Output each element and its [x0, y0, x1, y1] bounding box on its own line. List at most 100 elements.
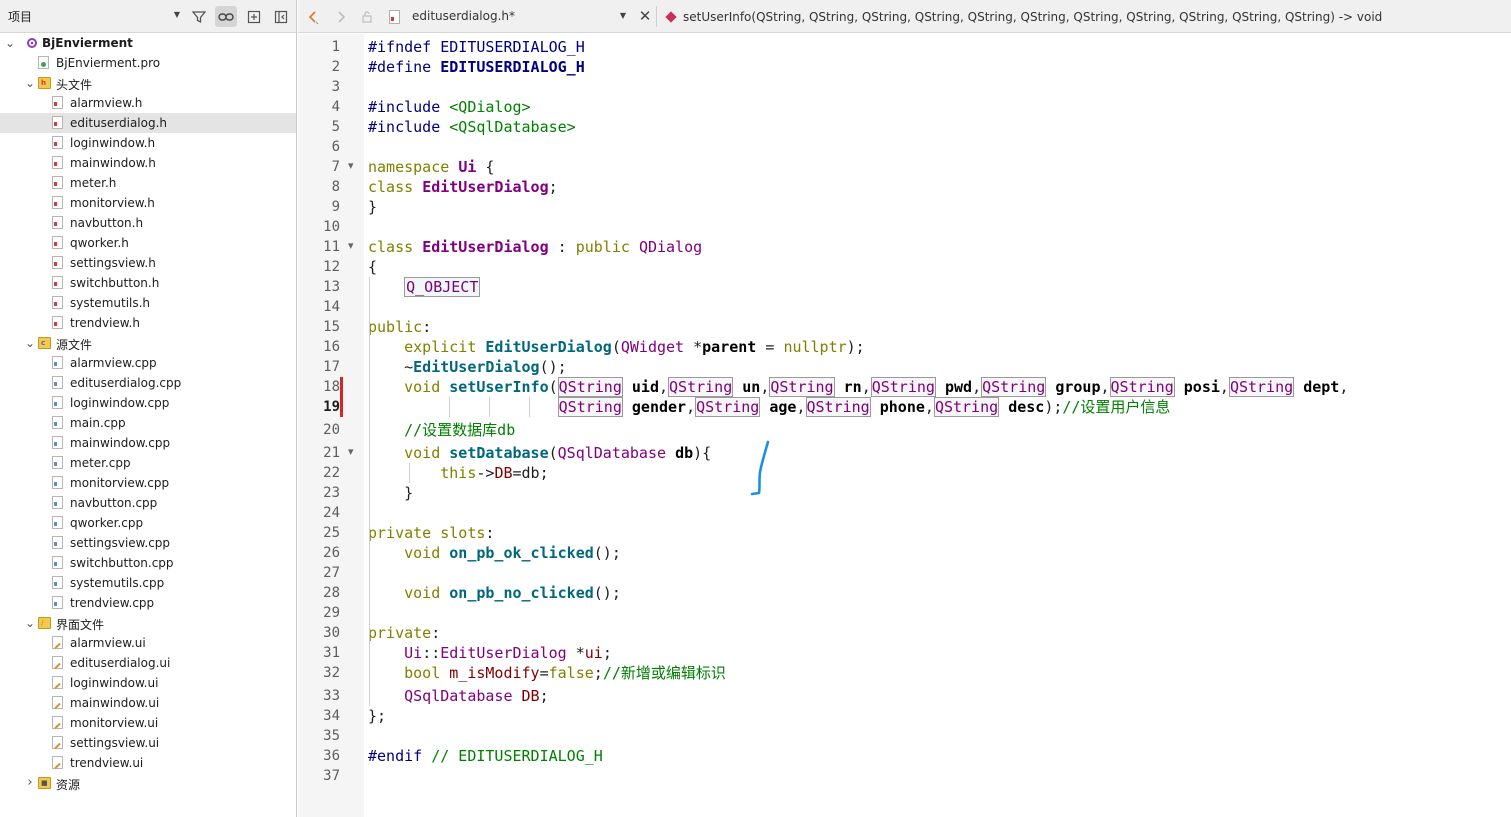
tree-item[interactable]: meter.h [0, 173, 296, 193]
tree-item[interactable]: ⌄ BjEnvierment [0, 33, 296, 53]
code-line[interactable]: void setDatabase(QSqlDatabase db){ [368, 443, 711, 463]
code-line[interactable]: #include <QSqlDatabase> [368, 117, 576, 137]
tree-item[interactable]: systemutils.h [0, 293, 296, 313]
tree-item-label: alarmview.ui [70, 636, 146, 650]
tree-item[interactable]: mainwindow.cpp [0, 433, 296, 453]
code-line[interactable]: void on_pb_no_clicked(); [368, 583, 621, 603]
tree-item[interactable]: qworker.cpp [0, 513, 296, 533]
fold-arrow-icon[interactable]: ▾ [348, 236, 358, 256]
indent-guide [449, 397, 450, 417]
code-line[interactable]: class EditUserDialog : public QDialog [368, 237, 702, 257]
tree-item[interactable]: navbutton.h [0, 213, 296, 233]
tree-item[interactable]: trendview.h [0, 313, 296, 333]
ui-file-icon [52, 736, 63, 749]
line-number: 28 [323, 585, 340, 601]
tree-item-label: monitorview.ui [70, 716, 159, 730]
tree-item[interactable]: ⌄ h 头文件 [0, 73, 296, 93]
line-number: 24 [323, 505, 340, 521]
cpp-file-icon [52, 496, 63, 509]
code-line[interactable]: }; [368, 706, 386, 726]
tree-item[interactable]: edituserdialog.ui [0, 653, 296, 673]
code-line[interactable]: #endif // EDITUSERDIALOG_H [368, 746, 603, 766]
tree-item[interactable]: trendview.ui [0, 753, 296, 773]
back-arrow-icon[interactable] [304, 8, 322, 26]
code-line[interactable]: //设置数据库db [368, 420, 515, 440]
filter-icon[interactable] [188, 6, 210, 27]
h-file-icon [52, 216, 63, 229]
tree-item[interactable]: switchbutton.h [0, 273, 296, 293]
split-icon[interactable] [243, 6, 265, 27]
tree-item[interactable]: settingsview.ui [0, 733, 296, 753]
expand-arrow-icon[interactable]: ⌄ [4, 33, 16, 53]
code-line[interactable]: void on_pb_ok_clicked(); [368, 543, 621, 563]
tree-item[interactable]: trendview.cpp [0, 593, 296, 613]
tree-item[interactable]: mainwindow.ui [0, 693, 296, 713]
tree-item[interactable]: loginwindow.cpp [0, 393, 296, 413]
tree-item[interactable]: systemutils.cpp [0, 573, 296, 593]
tree-item[interactable]: alarmview.ui [0, 633, 296, 653]
tree-item[interactable]: loginwindow.ui [0, 673, 296, 693]
code-line[interactable]: explicit EditUserDialog(QWidget *parent … [368, 337, 865, 357]
tree-item[interactable]: settingsview.cpp [0, 533, 296, 553]
code-line[interactable]: namespace Ui { [368, 157, 494, 177]
header-file-icon [389, 10, 400, 24]
code-line[interactable]: bool m_isModify=false;//新增或编辑标识 [368, 663, 726, 683]
open-file-selector[interactable]: edituserdialog.h* ▼ [383, 4, 628, 30]
collapse-icon[interactable] [270, 6, 292, 27]
tree-item[interactable]: › ■ 资源 [0, 773, 296, 793]
code-line[interactable]: #include <QDialog> [368, 97, 531, 117]
tree-item[interactable]: loginwindow.h [0, 133, 296, 153]
fold-arrow-icon[interactable]: ▾ [348, 442, 358, 462]
code-line[interactable]: Ui::EditUserDialog *ui; [368, 643, 612, 663]
code-line[interactable]: class EditUserDialog; [368, 177, 558, 197]
forward-arrow-icon[interactable] [332, 8, 350, 26]
code-line[interactable]: { [368, 257, 377, 277]
cpp-file-icon [52, 476, 63, 489]
code-line[interactable]: private slots: [368, 523, 494, 543]
code-line[interactable]: #ifndef EDITUSERDIALOG_H [368, 37, 585, 57]
code-line[interactable]: void setUserInfo(QString uid,QString un,… [368, 377, 1348, 397]
tree-item[interactable]: edituserdialog.h [0, 113, 296, 133]
tree-item[interactable]: mainwindow.h [0, 153, 296, 173]
tree-item[interactable]: qworker.h [0, 233, 296, 253]
line-number: 8 [331, 179, 340, 195]
code-line[interactable]: #define EDITUSERDIALOG_H [368, 57, 585, 77]
tree-item-label: qworker.h [70, 236, 129, 250]
fold-arrow-icon[interactable]: ▾ [348, 156, 358, 176]
tree-item[interactable]: monitorview.h [0, 193, 296, 213]
tree-item[interactable]: switchbutton.cpp [0, 553, 296, 573]
tree-item[interactable]: settingsview.h [0, 253, 296, 273]
tree-item[interactable]: monitorview.cpp [0, 473, 296, 493]
tree-item[interactable]: BjEnvierment.pro [0, 53, 296, 73]
expand-arrow-icon[interactable]: ⌄ [24, 333, 36, 353]
tree-item[interactable]: navbutton.cpp [0, 493, 296, 513]
code-line[interactable]: } [368, 197, 377, 217]
code-line[interactable]: } [368, 483, 413, 503]
cpp-file-icon [52, 536, 63, 549]
expand-arrow-icon[interactable]: ⌄ [24, 613, 36, 633]
cpp-file-icon [52, 556, 63, 569]
tree-item[interactable]: main.cpp [0, 413, 296, 433]
tree-item[interactable]: alarmview.h [0, 93, 296, 113]
code-line[interactable]: Q_OBJECT [368, 277, 481, 297]
collapse-arrow-icon[interactable]: › [24, 773, 36, 793]
tree-item[interactable]: monitorview.ui [0, 713, 296, 733]
close-icon[interactable]: ✕ [636, 7, 654, 25]
code-line[interactable]: private: [368, 623, 440, 643]
tree-item-label: systemutils.h [70, 296, 151, 310]
code-line[interactable]: this->DB=db; [368, 463, 548, 483]
code-line[interactable]: ~EditUserDialog(); [368, 357, 567, 377]
code-line[interactable]: public: [368, 317, 431, 337]
code-line[interactable]: QSqlDatabase DB; [368, 686, 549, 706]
lock-icon[interactable] [358, 8, 376, 26]
symbol-selector[interactable]: setUserInfo(QString, QString, QString, Q… [664, 4, 1382, 30]
tree-item[interactable]: meter.cpp [0, 453, 296, 473]
expand-arrow-icon[interactable]: ⌄ [24, 73, 36, 93]
link-icon[interactable] [215, 6, 237, 27]
tree-item[interactable]: ⌄ / 界面文件 [0, 613, 296, 633]
tree-item[interactable]: ⌄ c 源文件 [0, 333, 296, 353]
tree-item[interactable]: alarmview.cpp [0, 353, 296, 373]
project-view-selector[interactable]: 项目 ▼ [2, 5, 182, 27]
tree-item[interactable]: edituserdialog.cpp [0, 373, 296, 393]
line-number: 31 [323, 645, 340, 661]
